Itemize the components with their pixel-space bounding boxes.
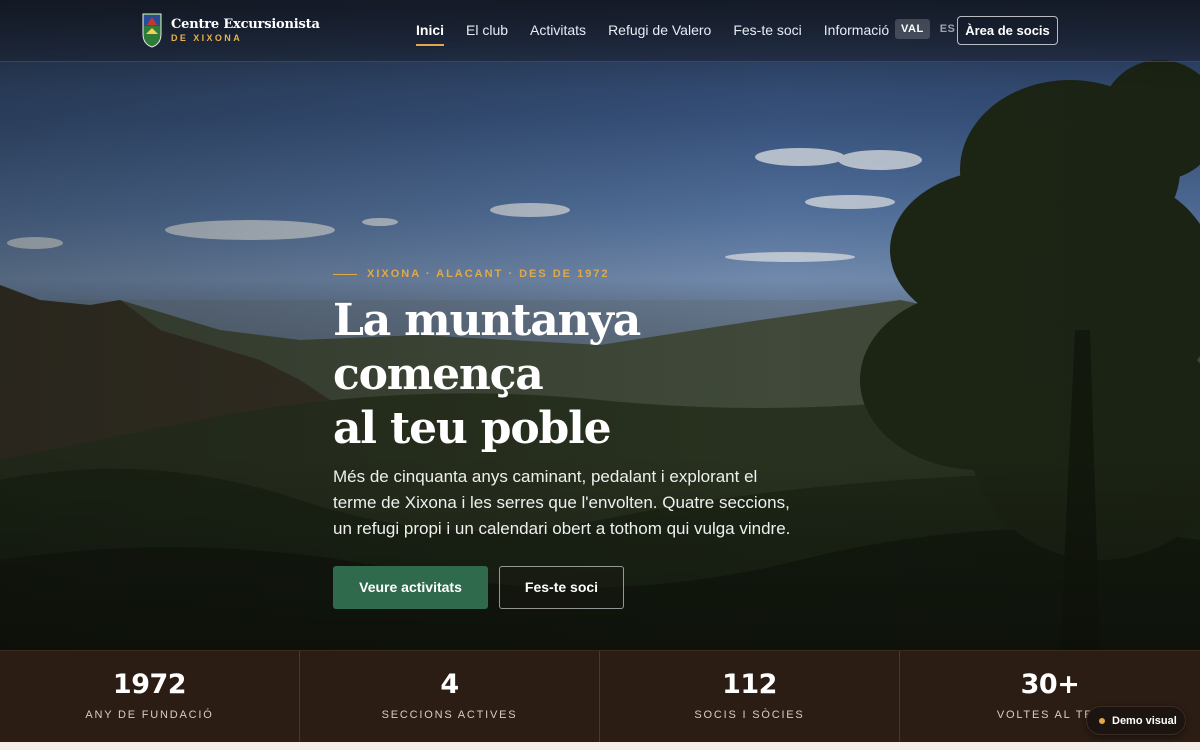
stat-item: 112 SOCIS I SÒCIES (600, 651, 900, 743)
hero-title-line1: La muntanya comença (333, 295, 641, 400)
brand-text: Centre Excursionista DE XIXONA (171, 18, 320, 43)
hero-title: La muntanya comença al teu poble (333, 294, 813, 456)
hero-eyebrow-text: XIXONA · ALACANT · DES DE 1972 (367, 268, 610, 280)
demo-badge-label: Demo visual (1112, 714, 1177, 727)
become-member-button[interactable]: Fes-te soci (499, 566, 624, 609)
stat-label: SECCIONS ACTIVES (381, 709, 518, 721)
stat-value: 30+ (1020, 669, 1080, 700)
view-activities-button[interactable]: Veure activitats (333, 566, 488, 609)
language-switcher: VAL ES (895, 19, 961, 39)
hero-lead: Més de cinquanta anys caminant, pedalant… (333, 467, 791, 538)
stat-label: ANY DE FUNDACIÓ (85, 709, 214, 721)
nav-item-refugi[interactable]: Refugi de Valero (608, 0, 711, 62)
nav-item-informacio[interactable]: Informació (824, 0, 889, 62)
stat-label: SOCIS I SÒCIES (694, 709, 805, 721)
nav-item-activitats[interactable]: Activitats (530, 0, 586, 62)
hero-buttons: Veure activitats Fes-te soci (333, 566, 813, 609)
next-section-edge (0, 742, 1200, 750)
main-nav: Inici El club Activitats Refugi de Valer… (416, 0, 911, 62)
hero-content: XIXONA · ALACANT · DES DE 1972 La muntan… (333, 268, 813, 609)
eyebrow-line (333, 273, 357, 275)
demo-visual-badge[interactable]: Demo visual (1086, 706, 1186, 735)
site-header: Centre Excursionista DE XIXONA Inici El … (0, 0, 1200, 62)
hero-section: XIXONA · ALACANT · DES DE 1972 La muntan… (0, 0, 1200, 650)
hero-eyebrow: XIXONA · ALACANT · DES DE 1972 (333, 268, 813, 280)
hero-title-line2: al teu poble (333, 403, 612, 454)
stat-value: 4 (440, 669, 459, 700)
status-dot-icon (1099, 717, 1105, 724)
brand-name: Centre Excursionista (171, 16, 320, 32)
stat-value: 112 (722, 669, 777, 700)
lang-option-val[interactable]: VAL (895, 19, 930, 39)
brand-subtitle: DE XIXONA (171, 32, 243, 43)
club-crest-icon (142, 13, 162, 48)
stat-value: 1972 (112, 669, 187, 700)
members-area-button[interactable]: Àrea de socis (957, 16, 1058, 45)
brand-logo-link[interactable]: Centre Excursionista DE XIXONA (142, 12, 320, 48)
stats-bar: 1972 ANY DE FUNDACIÓ 4 SECCIONS ACTIVES … (0, 650, 1200, 743)
nav-item-fes-te-soci[interactable]: Fes-te soci (733, 0, 801, 62)
stat-item: 4 SECCIONS ACTIVES (300, 651, 600, 743)
nav-item-inici[interactable]: Inici (416, 0, 445, 62)
nav-item-el-club[interactable]: El club (466, 0, 508, 62)
stat-item: 1972 ANY DE FUNDACIÓ (0, 651, 300, 743)
